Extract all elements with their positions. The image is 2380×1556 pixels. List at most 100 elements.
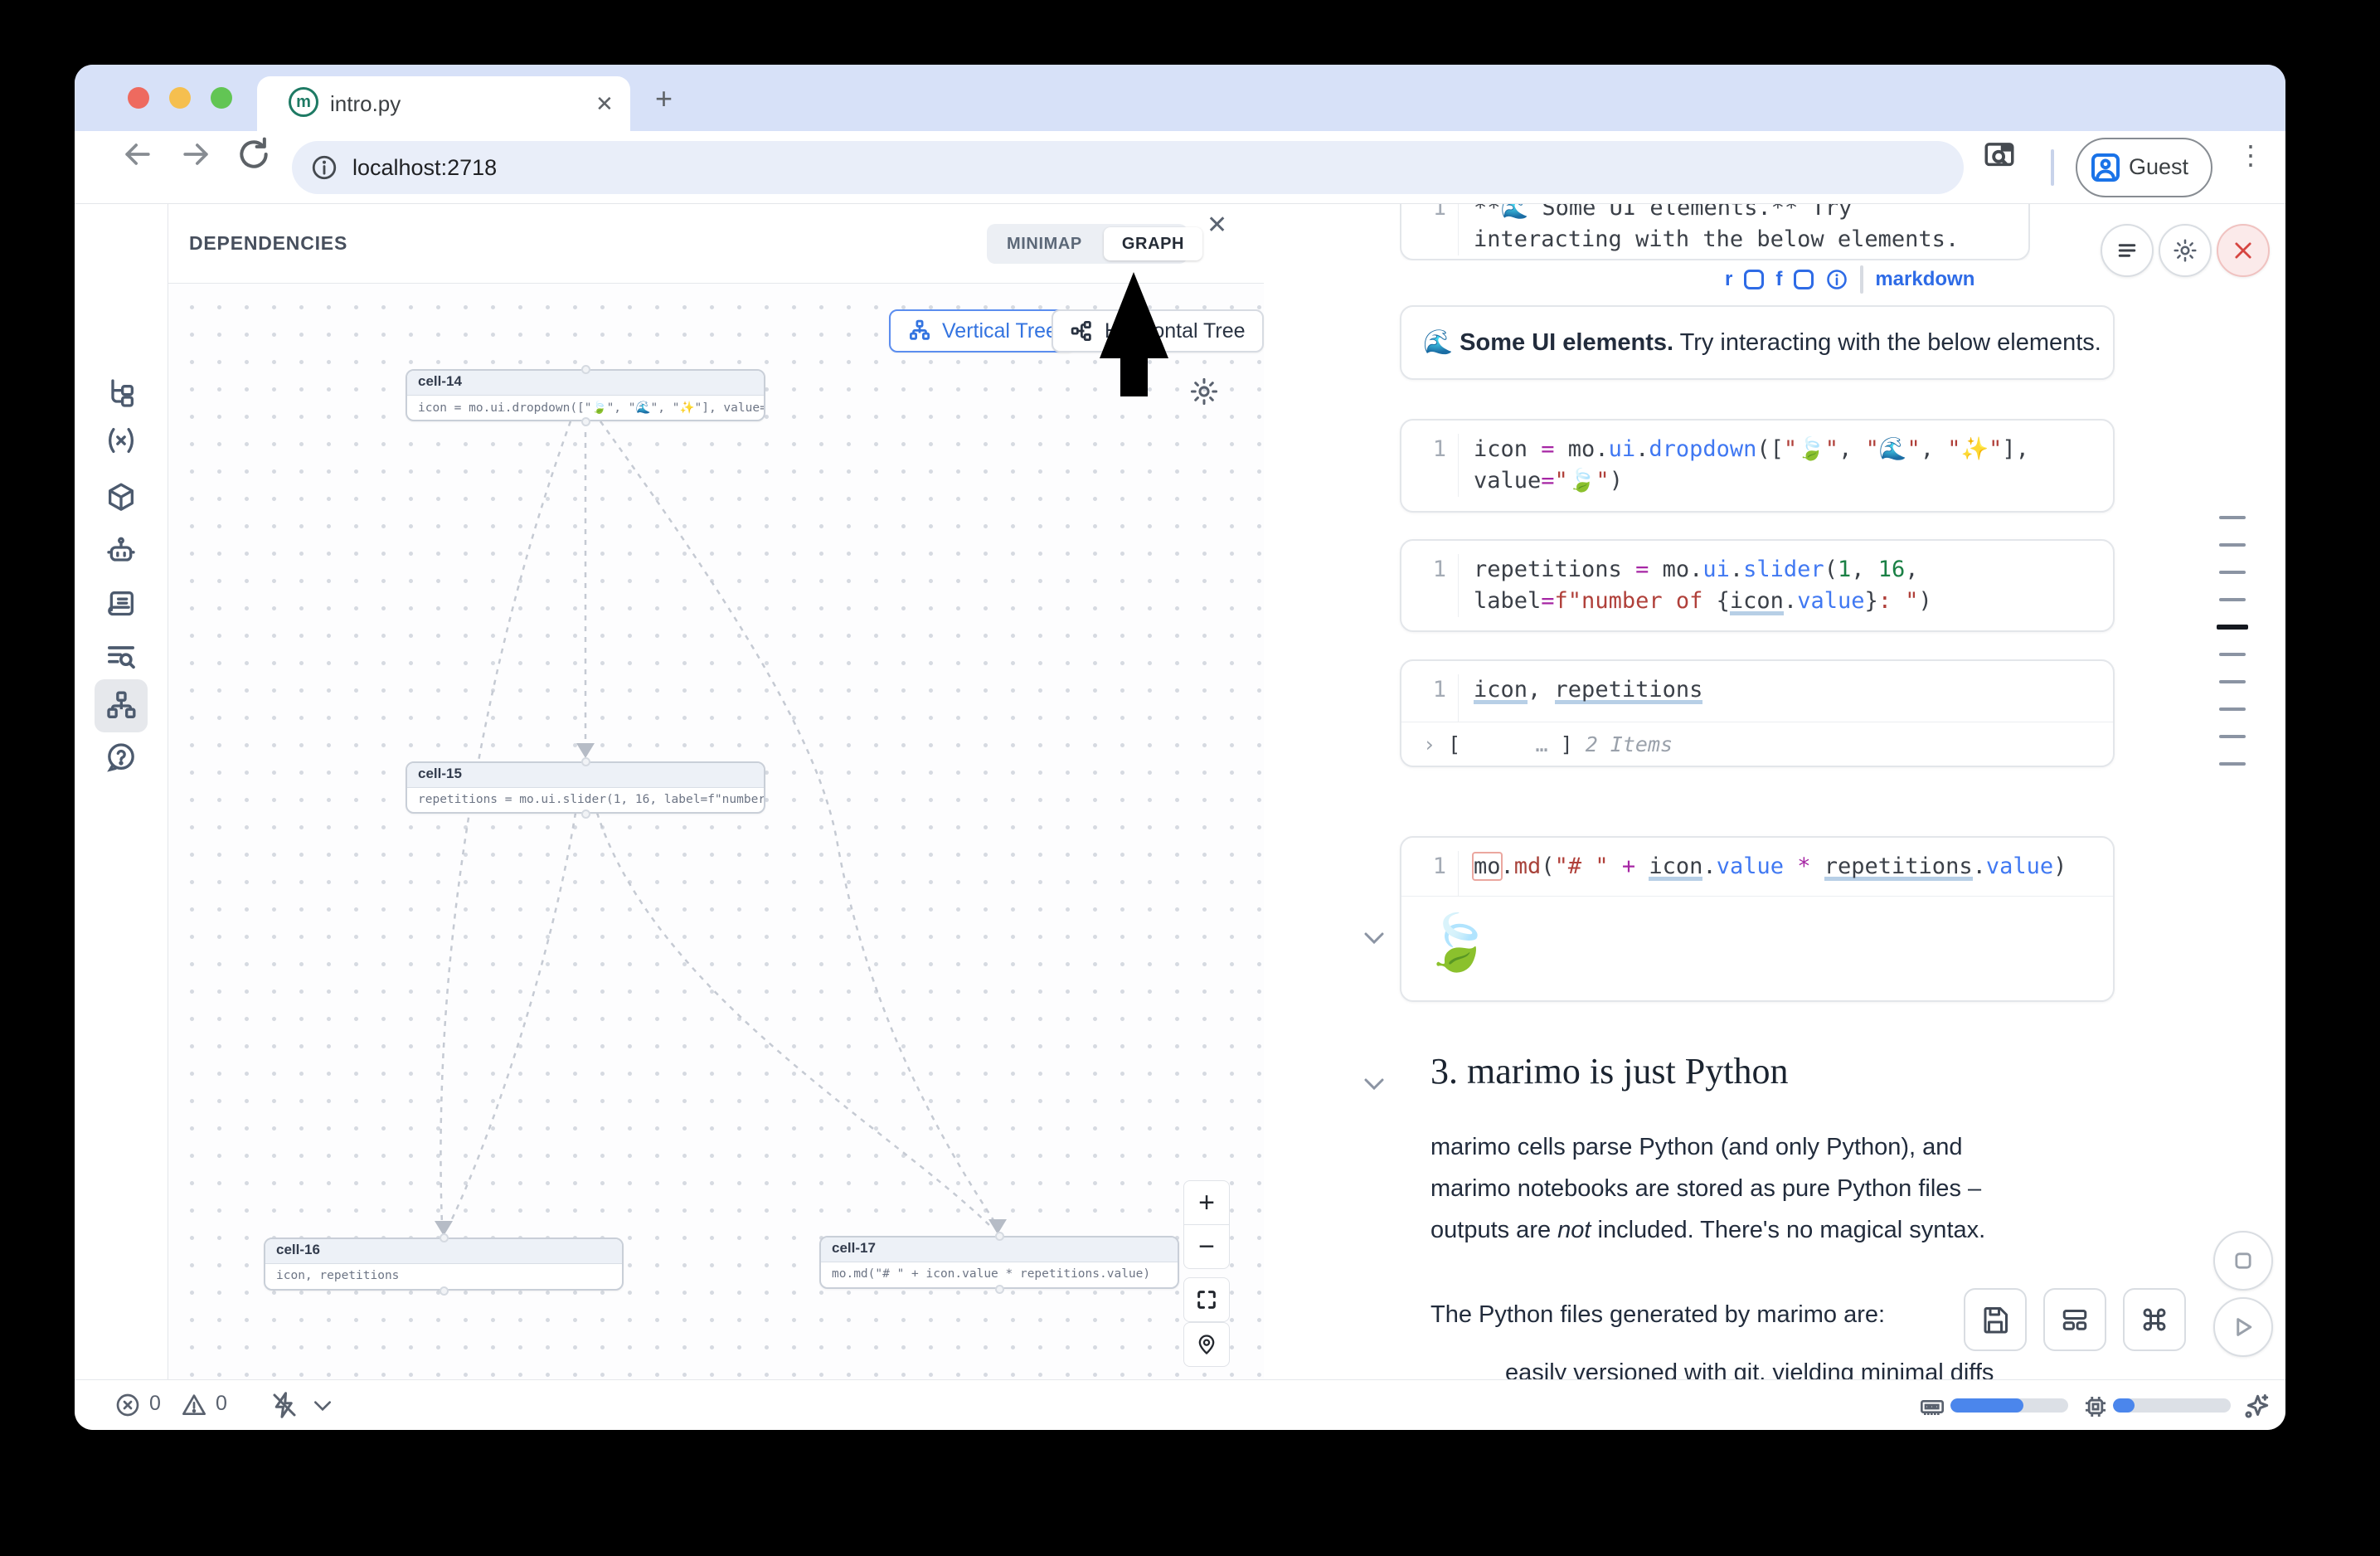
scroll-marker[interactable] (2219, 680, 2246, 683)
back-icon[interactable] (119, 136, 156, 173)
markdown-source[interactable]: **🌊 Some UI elements.** Try interacting … (1459, 204, 2004, 255)
warnings-icon[interactable] (181, 1392, 207, 1418)
new-tab-button[interactable]: + (655, 86, 673, 111)
maximize-window-button[interactable] (211, 87, 232, 109)
sidebar-item-variables[interactable] (95, 414, 148, 467)
node-title: cell-14 (407, 371, 764, 396)
graph-node-cell-14[interactable]: cell-14 icon = mo.ui.dropdown(["🍃", "🌊",… (406, 369, 765, 421)
scroll-marker[interactable] (2219, 735, 2246, 738)
url-bar[interactable]: localhost:2718 (292, 141, 1964, 194)
browser-tab-bar: m intro.py ✕ + (75, 65, 2285, 131)
section-collapse-chevron-icon[interactable] (1362, 1075, 1387, 1093)
scroll-marker[interactable] (2219, 543, 2246, 547)
code-line[interactable]: icon, repetitions (1459, 674, 1702, 722)
save-button[interactable] (1964, 1288, 2027, 1351)
notebook-settings-button[interactable] (2159, 224, 2212, 277)
minimize-window-button[interactable] (169, 87, 191, 109)
gear-icon (2172, 237, 2198, 264)
code-line[interactable]: mo.md("# " + icon.value * repetitions.va… (1459, 851, 2067, 896)
format-toggle-checkbox[interactable] (1794, 270, 1814, 289)
vertical-tree-label: Vertical Tree (942, 319, 1057, 343)
vertical-tree-button[interactable]: Vertical Tree (889, 309, 1076, 353)
reload-icon[interactable] (236, 136, 272, 173)
cell-menu-button[interactable] (2101, 224, 2154, 277)
cpu-icon[interactable] (2081, 1393, 2110, 1421)
zoom-in-button[interactable]: + (1183, 1180, 1230, 1225)
code-cell-tuple[interactable]: 1 icon, repetitions › [ … ] 2 Items (1400, 659, 2115, 767)
fit-view-button[interactable] (1183, 1277, 1230, 1322)
cpu-usage-bar (2113, 1398, 2231, 1413)
scroll-marker[interactable] (2219, 516, 2246, 519)
tab-graph[interactable]: GRAPH (1104, 227, 1202, 260)
errors-icon[interactable] (114, 1392, 141, 1418)
menu-icon (2115, 238, 2140, 263)
zoom-out-button[interactable]: − (1183, 1224, 1230, 1269)
code-line[interactable]: value="🍃") (1474, 465, 2029, 497)
run-button[interactable] (2213, 1297, 2273, 1357)
site-info-icon[interactable] (310, 153, 338, 182)
node-title: cell-15 (407, 763, 764, 788)
collapse-chevron-icon[interactable] (1362, 929, 1387, 947)
browser-menu-icon[interactable]: ⋮ (2237, 139, 2264, 171)
forward-icon[interactable] (177, 136, 214, 173)
clipped-line-wrap: easily versioned with git, yielding mini… (1505, 1359, 2086, 1379)
sidebar-item-file-tree[interactable] (95, 367, 148, 420)
scroll-marker[interactable] (2219, 598, 2246, 601)
scroll-marker[interactable] (2219, 707, 2246, 711)
chevron-down-icon[interactable] (312, 1398, 333, 1413)
memory-icon[interactable] (1919, 1393, 1945, 1420)
tab-title: intro.py (330, 91, 401, 117)
layout-button[interactable] (2043, 1288, 2106, 1351)
scroll-marker-active[interactable] (2217, 625, 2248, 630)
shutdown-button[interactable] (2217, 224, 2270, 277)
code-cell-dropdown[interactable]: 1 icon = mo.ui.dropdown(["🍃", "🌊", "✨"],… (1400, 419, 2115, 513)
tab-minimap[interactable]: MINIMAP (988, 227, 1100, 260)
search-tabs-icon[interactable] (1982, 138, 2017, 173)
sidebar-item-help[interactable] (95, 731, 148, 784)
sidebar-item-ai-assistant[interactable] (95, 525, 148, 578)
run-toggle-checkbox[interactable] (1744, 270, 1764, 289)
screenshot-stage: m intro.py ✕ + localhost:2718 (0, 0, 2380, 1556)
cell-language-label[interactable]: markdown (1875, 268, 1974, 291)
scroll-marker[interactable] (2219, 762, 2246, 766)
sidebar-item-dependencies[interactable] (95, 679, 148, 732)
graph-node-cell-16[interactable]: cell-16 icon, repetitions (264, 1238, 624, 1291)
info-icon[interactable] (1825, 268, 1848, 291)
line-number: 1 (1401, 851, 1459, 896)
code-line[interactable]: repetitions = mo.ui.slider(1, 16, (1474, 554, 1932, 586)
panel-close-icon[interactable]: ✕ (1207, 211, 1227, 240)
close-window-button[interactable] (128, 87, 149, 109)
ai-sparkles-icon[interactable] (2241, 1391, 2272, 1422)
code-line[interactable]: label=f"number of {icon.value}: ") (1474, 586, 1932, 617)
footer-divider (1860, 265, 1863, 294)
browser-tab[interactable]: m intro.py ✕ (257, 76, 630, 134)
profile-button[interactable]: Guest (2076, 138, 2212, 197)
format-toggle-label: f (1775, 268, 1782, 291)
sidebar-item-outline-search[interactable] (95, 630, 148, 683)
code-cell-slider[interactable]: 1 repetitions = mo.ui.slider(1, 16, labe… (1400, 539, 2115, 632)
code-cell-md-expr[interactable]: 1 mo.md("# " + icon.value * repetitions.… (1400, 836, 2115, 1002)
markdown-editor-cell[interactable]: 1 **🌊 Some UI elements.** Try interactin… (1400, 204, 2030, 260)
node-code: icon, repetitions (265, 1264, 622, 1287)
scroll-marker[interactable] (2219, 653, 2246, 656)
scroll-marker[interactable] (2219, 571, 2246, 574)
graph-settings-gear-icon[interactable] (1188, 376, 1220, 407)
sidebar-item-logs[interactable] (95, 577, 148, 630)
graph-node-cell-15[interactable]: cell-15 repetitions = mo.ui.slider(1, 16… (406, 761, 765, 814)
clipped-list-item: easily versioned with git, yielding mini… (1505, 1359, 2086, 1379)
keyboard-shortcuts-button[interactable] (2123, 1288, 2186, 1351)
line-number: 1 (1401, 204, 1459, 255)
section-paragraph-2: The Python files generated by marimo are… (1430, 1294, 2036, 1335)
autorun-off-icon[interactable] (270, 1390, 299, 1420)
graph-node-cell-17[interactable]: cell-17 mo.md("# " + icon.value * repeti… (819, 1236, 1179, 1289)
locate-node-button[interactable] (1183, 1322, 1230, 1367)
horizontal-tree-button[interactable]: Horizontal Tree (1052, 309, 1264, 353)
browser-window: m intro.py ✕ + localhost:2718 (75, 65, 2285, 1430)
code-line[interactable]: icon = mo.ui.dropdown(["🍃", "🌊", "✨"], (1474, 434, 2029, 465)
sidebar-item-packages[interactable] (95, 471, 148, 524)
graph-edges (168, 284, 1264, 1379)
warning-count: 0 (216, 1392, 227, 1416)
tuple-output[interactable]: › [ … ] 2 Items (1401, 722, 2113, 756)
stop-button[interactable] (2213, 1231, 2273, 1291)
tab-close-icon[interactable]: ✕ (595, 91, 614, 117)
